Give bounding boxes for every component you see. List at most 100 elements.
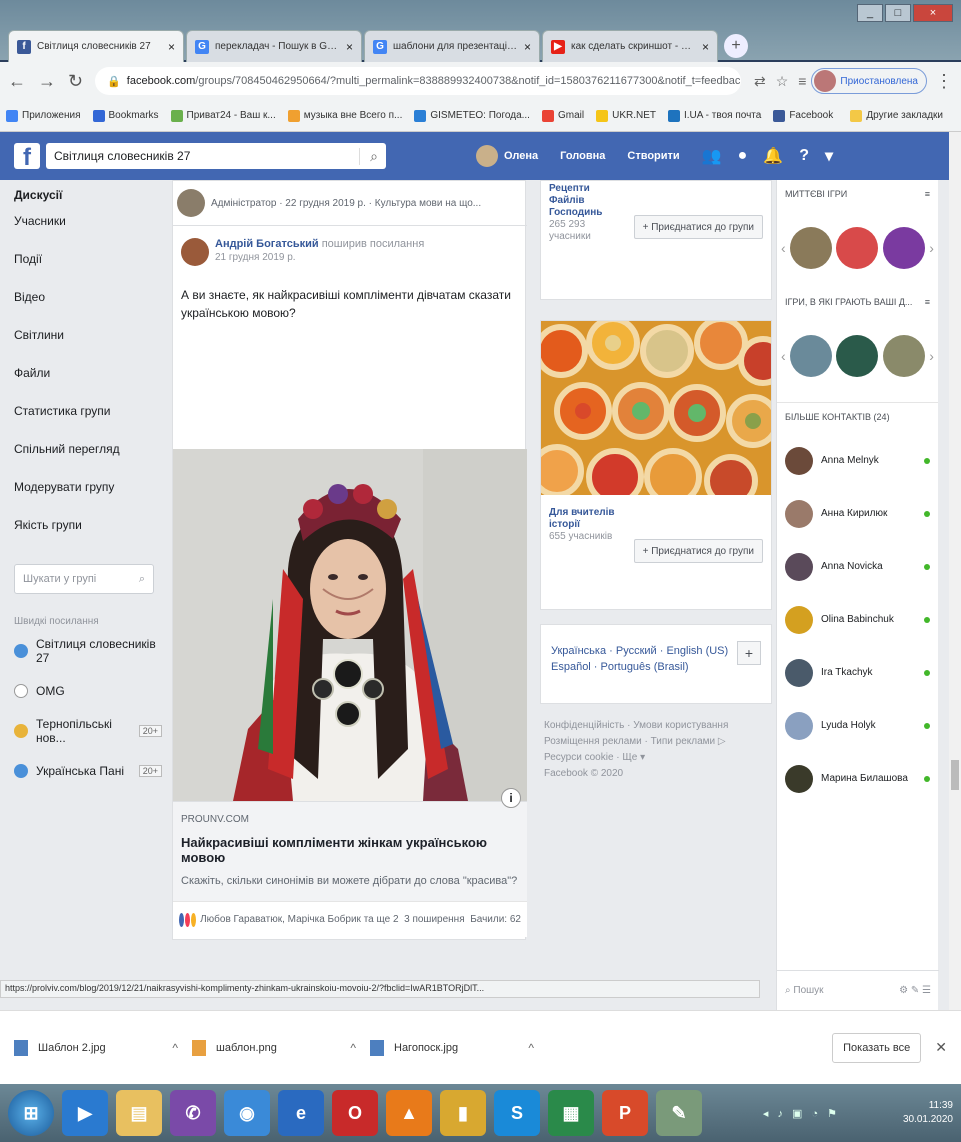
close-tab-icon[interactable]: × bbox=[346, 40, 353, 54]
contact-item[interactable]: Марина Билашова bbox=[777, 752, 938, 805]
chat-options-icons[interactable]: ⚙ ✎ ☰ bbox=[899, 985, 931, 996]
bookmark-item[interactable]: I.UA - твоя почта bbox=[668, 109, 761, 122]
close-tab-icon[interactable]: × bbox=[168, 40, 175, 54]
maximize-button[interactable]: □ bbox=[885, 4, 911, 22]
tab-google-templates[interactable]: Gшаблони для презентацій – Go × bbox=[364, 30, 540, 62]
group-name-line[interactable]: Рецепти bbox=[549, 183, 763, 195]
language-links[interactable]: Español · Português (Brasil) bbox=[551, 659, 761, 675]
new-tab-button[interactable]: + bbox=[724, 34, 748, 58]
clock[interactable]: 11:39 30.01.2020 bbox=[903, 1099, 953, 1127]
game-thumbnail[interactable] bbox=[790, 227, 833, 269]
language-links[interactable]: Українська · Русский · English (US) bbox=[551, 643, 761, 659]
minimize-button[interactable]: _ bbox=[857, 4, 883, 22]
reload-icon[interactable]: ↻ bbox=[68, 71, 83, 92]
avatar[interactable] bbox=[181, 238, 209, 266]
user-name-link[interactable]: Олена bbox=[504, 150, 538, 162]
help-icon[interactable]: ? bbox=[799, 147, 809, 165]
shortcut-group[interactable]: Тернопільські нов... 20+ bbox=[14, 711, 162, 751]
footer-links[interactable]: Конфіденційність · Умови користування bbox=[544, 718, 768, 734]
bookmark-item[interactable]: Bookmarks bbox=[92, 109, 159, 122]
close-window-button[interactable]: × bbox=[913, 4, 953, 22]
scrollbar-thumb[interactable] bbox=[951, 760, 959, 790]
menu-item-moderate[interactable]: Модерувати групу bbox=[14, 468, 162, 506]
bookmark-item[interactable]: музыка вне Всего п... bbox=[287, 109, 402, 122]
game-thumbnail[interactable] bbox=[882, 335, 925, 377]
link-preview[interactable]: i PROUNV.COM Найкрасивіші компліменти жі… bbox=[173, 788, 527, 901]
contact-item[interactable]: Анна Кирилюк bbox=[777, 487, 938, 540]
bookmark-item[interactable]: UKR.NET bbox=[596, 109, 656, 122]
game-thumbnail[interactable] bbox=[836, 335, 879, 377]
join-group-button[interactable]: + Приєднатися до групи bbox=[633, 539, 763, 563]
menu-item-group-quality[interactable]: Якість групи bbox=[14, 506, 162, 544]
translate-icon[interactable]: ⇄ bbox=[754, 73, 766, 90]
shares-count[interactable]: 3 поширення bbox=[404, 914, 465, 925]
contact-item[interactable]: Lyuda Holyk bbox=[777, 699, 938, 752]
folder-icon[interactable]: ▮ bbox=[440, 1090, 486, 1136]
chevron-up-icon[interactable]: ^ bbox=[350, 1041, 356, 1055]
back-icon[interactable]: ← bbox=[8, 71, 26, 92]
tab-youtube[interactable]: ▶ как сделать скриншот - YouTube × bbox=[542, 30, 718, 62]
chevron-up-icon[interactable]: ^ bbox=[528, 1041, 534, 1055]
show-all-downloads-button[interactable]: Показать все bbox=[832, 1032, 922, 1063]
search-icon[interactable]: ⌕ bbox=[359, 147, 378, 165]
add-language-button[interactable]: + bbox=[737, 641, 761, 665]
footer-links[interactable]: Ресурси cookie · Ще ▾ bbox=[544, 750, 768, 766]
download-item[interactable]: Нагопоск.jpg ^ bbox=[370, 1039, 534, 1056]
chrome-icon[interactable]: ◉ bbox=[224, 1090, 270, 1136]
home-link[interactable]: Головна bbox=[560, 150, 605, 162]
facebook-search-input[interactable]: Світлиця словесників 27 ⌕ bbox=[46, 143, 386, 169]
group-name-line[interactable]: історії bbox=[549, 519, 763, 531]
vlc-icon[interactable]: ▲ bbox=[386, 1090, 432, 1136]
menu-item-watch-party[interactable]: Спільний перегляд bbox=[14, 430, 162, 468]
bookmark-item[interactable]: GISMETEO: Погода... bbox=[414, 109, 530, 122]
download-item[interactable]: Шаблон 2.jpg ^ bbox=[14, 1039, 178, 1056]
info-icon[interactable]: i bbox=[501, 788, 521, 808]
shortcut-group[interactable]: OMG bbox=[14, 671, 162, 711]
profile-button[interactable]: Приостановлена bbox=[811, 68, 927, 94]
star-icon[interactable]: ☆ bbox=[776, 73, 789, 90]
tab-facebook[interactable]: f Світлиця словесників 27 × bbox=[8, 30, 184, 62]
game-thumbnail[interactable] bbox=[882, 227, 925, 269]
close-icon[interactable]: ✕ bbox=[935, 1039, 947, 1056]
contact-item[interactable]: Anna Novicka bbox=[777, 540, 938, 593]
game-thumbnail[interactable] bbox=[836, 227, 879, 269]
media-player-icon[interactable]: ▶ bbox=[62, 1090, 108, 1136]
start-button-icon[interactable]: ⊞ bbox=[8, 1090, 54, 1136]
options-icon[interactable]: ≡ bbox=[925, 189, 930, 199]
group-name-line[interactable]: Файлів bbox=[549, 195, 763, 207]
contact-item[interactable]: Ira Tkachyk bbox=[777, 646, 938, 699]
chevron-right-icon[interactable]: › bbox=[929, 348, 934, 364]
menu-item-events[interactable]: Події bbox=[14, 240, 162, 278]
notifications-icon[interactable]: 🔔 bbox=[763, 146, 783, 166]
footer-links[interactable]: Розміщення реклами · Типи реклами ▷ bbox=[544, 734, 768, 750]
post-photo[interactable] bbox=[173, 449, 527, 801]
image-viewer-icon[interactable]: ▦ bbox=[548, 1090, 594, 1136]
create-link[interactable]: Створити bbox=[627, 150, 679, 162]
group-name-line[interactable]: Для вчителів bbox=[549, 507, 763, 519]
url-input[interactable]: 🔒 facebook.com/groups/708450462950664/?m… bbox=[95, 67, 741, 95]
contact-item[interactable]: Anna Melnyk bbox=[777, 434, 938, 487]
skype-icon[interactable]: S bbox=[494, 1090, 540, 1136]
system-tray-icons[interactable]: ◂ ♪ ▣ ◔ ⚑ bbox=[763, 1107, 840, 1120]
menu-item-videos[interactable]: Відео bbox=[14, 278, 162, 316]
opera-icon[interactable]: O bbox=[332, 1090, 378, 1136]
viber-icon[interactable]: ✆ bbox=[170, 1090, 216, 1136]
post-date[interactable]: 21 грудня 2019 р. bbox=[215, 252, 424, 263]
group-cover-image[interactable] bbox=[541, 321, 771, 495]
avatar[interactable] bbox=[476, 145, 498, 167]
menu-item-photos[interactable]: Світлини bbox=[14, 316, 162, 354]
page-scrollbar[interactable] bbox=[949, 132, 961, 1010]
author-name-link[interactable]: Андрій Богатський bbox=[215, 238, 319, 250]
powerpoint-icon[interactable]: P bbox=[602, 1090, 648, 1136]
bookmark-item[interactable]: Приват24 - Ваш к... bbox=[170, 109, 276, 122]
options-icon[interactable]: ≡ bbox=[925, 297, 930, 307]
bookmark-item[interactable]: Приложения bbox=[6, 109, 81, 122]
friend-requests-icon[interactable]: 👥 bbox=[702, 146, 722, 166]
paint-icon[interactable]: ✎ bbox=[656, 1090, 702, 1136]
bookmark-folder[interactable]: Другие закладки bbox=[850, 109, 943, 122]
tab-google-translate[interactable]: Gперекладач - Пошук в Google × bbox=[186, 30, 362, 62]
game-thumbnail[interactable] bbox=[790, 335, 833, 377]
explorer-icon[interactable]: ▤ bbox=[116, 1090, 162, 1136]
messenger-icon[interactable]: ● bbox=[738, 147, 748, 165]
contact-item[interactable]: Olina Babinchuk bbox=[777, 593, 938, 646]
